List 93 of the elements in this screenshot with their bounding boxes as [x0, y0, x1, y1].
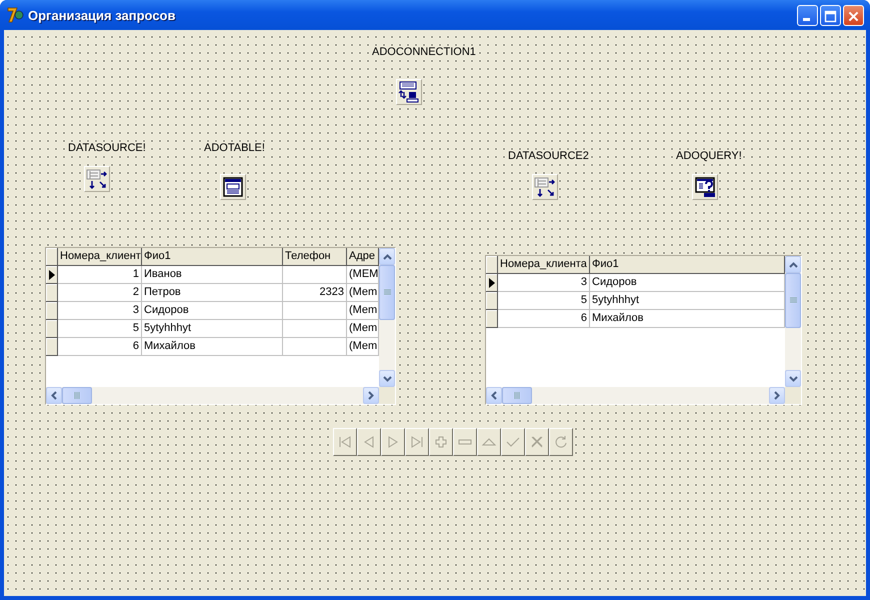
- grip-icon: [514, 392, 520, 399]
- table-cell: 2: [58, 284, 142, 302]
- row-indicator[interactable]: [46, 338, 58, 356]
- table-cell: [283, 302, 347, 320]
- minimize-icon: [803, 18, 810, 20]
- component-label: DATASOURCE!: [68, 142, 146, 154]
- scroll-thumb[interactable]: [785, 273, 801, 328]
- component-label: DATASOURCE2: [508, 150, 589, 162]
- scroll-up-button[interactable]: [379, 248, 395, 265]
- current-row-icon: [488, 278, 494, 288]
- column-header[interactable]: Фио1: [590, 256, 785, 274]
- arrows-icon[interactable]: [84, 166, 110, 192]
- table-cell: 5: [58, 320, 142, 338]
- plus-icon: [433, 435, 449, 449]
- table-cell: 6: [498, 310, 590, 328]
- header-corner: [486, 256, 498, 274]
- table-cell: 5ytyhhhyt: [590, 292, 785, 310]
- table-cell: 3: [498, 274, 590, 292]
- row-indicator[interactable]: [46, 266, 58, 284]
- header-corner: [46, 248, 58, 266]
- row-indicator[interactable]: [486, 310, 498, 328]
- column-header[interactable]: Номера_клиента: [498, 256, 590, 274]
- minimize-button[interactable]: [797, 4, 818, 26]
- scroll-thumb[interactable]: [62, 387, 92, 404]
- column-header[interactable]: Фио1: [142, 248, 283, 266]
- scroll-up-button[interactable]: [785, 256, 801, 273]
- scroll-right-button[interactable]: [769, 387, 785, 404]
- chevron-left-icon: [51, 391, 57, 400]
- scroll-down-button[interactable]: [379, 370, 395, 387]
- column-header[interactable]: Телефон: [283, 248, 347, 266]
- component-label: ADOTABLE!: [204, 142, 265, 154]
- table-cell: Петров: [142, 284, 283, 302]
- column-header[interactable]: Адре: [347, 248, 379, 266]
- vertical-scrollbar[interactable]: [379, 248, 395, 387]
- chevron-up-icon: [788, 262, 798, 268]
- check-icon: [505, 435, 521, 449]
- row-indicator[interactable]: [46, 284, 58, 302]
- scrollbar-corner: [379, 387, 395, 404]
- window-title: Организация запросов: [28, 8, 176, 22]
- scroll-down-button[interactable]: [785, 370, 801, 387]
- table-cell: [283, 338, 347, 356]
- table-cell: 5ytyhhhyt: [142, 320, 283, 338]
- maximize-button[interactable]: [820, 4, 841, 26]
- row-indicator[interactable]: [486, 292, 498, 310]
- grip-icon: [74, 392, 80, 399]
- data-grid[interactable]: Номера_клиента Фио1 3 Сидоров 5 5ytyhhhyt 6 Михайлов: [485, 255, 802, 405]
- chevron-down-icon: [382, 376, 392, 382]
- close-button[interactable]: [843, 4, 864, 26]
- table-cell: Михайлов: [142, 338, 283, 356]
- app-logo-icon: [6, 6, 24, 24]
- row-indicator[interactable]: [486, 274, 498, 292]
- grip-icon: [790, 297, 796, 304]
- component-label: ADOQUERY!: [676, 150, 742, 162]
- component-label: ADOCONNECTION1: [372, 46, 476, 58]
- table-cell: 2323: [283, 284, 347, 302]
- horizontal-scrollbar[interactable]: [46, 387, 395, 404]
- chevron-left-icon: [491, 391, 497, 400]
- column-header[interactable]: Номера_клиент: [58, 248, 142, 266]
- cross-icon: [529, 435, 545, 449]
- table-cell: 3: [58, 302, 142, 320]
- first-icon: [337, 435, 353, 449]
- table-cell: [283, 320, 347, 338]
- last-icon: [409, 435, 425, 449]
- chevron-down-icon: [788, 376, 798, 382]
- table-cell: 5: [498, 292, 590, 310]
- scroll-left-button[interactable]: [486, 387, 502, 404]
- question-icon[interactable]: [692, 174, 718, 200]
- grip-icon: [384, 289, 390, 296]
- scroll-left-button[interactable]: [46, 387, 62, 404]
- scrollbar-corner: [785, 387, 801, 404]
- table-cell: Сидоров: [590, 274, 785, 292]
- refresh-icon: [553, 435, 569, 449]
- chevron-right-icon: [368, 391, 374, 400]
- row-indicator[interactable]: [46, 320, 58, 338]
- arrows-icon[interactable]: [532, 174, 558, 200]
- table-cell: 1: [58, 266, 142, 284]
- chevron-up-icon: [382, 254, 392, 260]
- horizontal-scrollbar[interactable]: [486, 387, 801, 404]
- row-indicator[interactable]: [46, 302, 58, 320]
- table-cell: Иванов: [142, 266, 283, 284]
- computer-icon[interactable]: [396, 79, 422, 105]
- table-cell: [283, 266, 347, 284]
- table-cell: 6: [58, 338, 142, 356]
- scroll-thumb[interactable]: [502, 387, 532, 404]
- scroll-thumb[interactable]: [379, 265, 395, 320]
- data-grid[interactable]: Номера_клиент Фио1 Телефон Адре 1 Иванов (MEM 2 Петров 2323 (Mem 3 Сидоров (Mem 5 5ytyhhhyt (Mem 6 Михайлов (Mem: [45, 247, 396, 405]
- grid-icon[interactable]: [220, 174, 246, 200]
- vertical-scrollbar[interactable]: [785, 256, 801, 387]
- table-cell: Михайлов: [590, 310, 785, 328]
- chevron-right-icon: [774, 391, 780, 400]
- table-cell: Сидоров: [142, 302, 283, 320]
- current-row-icon: [48, 270, 54, 280]
- scroll-right-button[interactable]: [363, 387, 379, 404]
